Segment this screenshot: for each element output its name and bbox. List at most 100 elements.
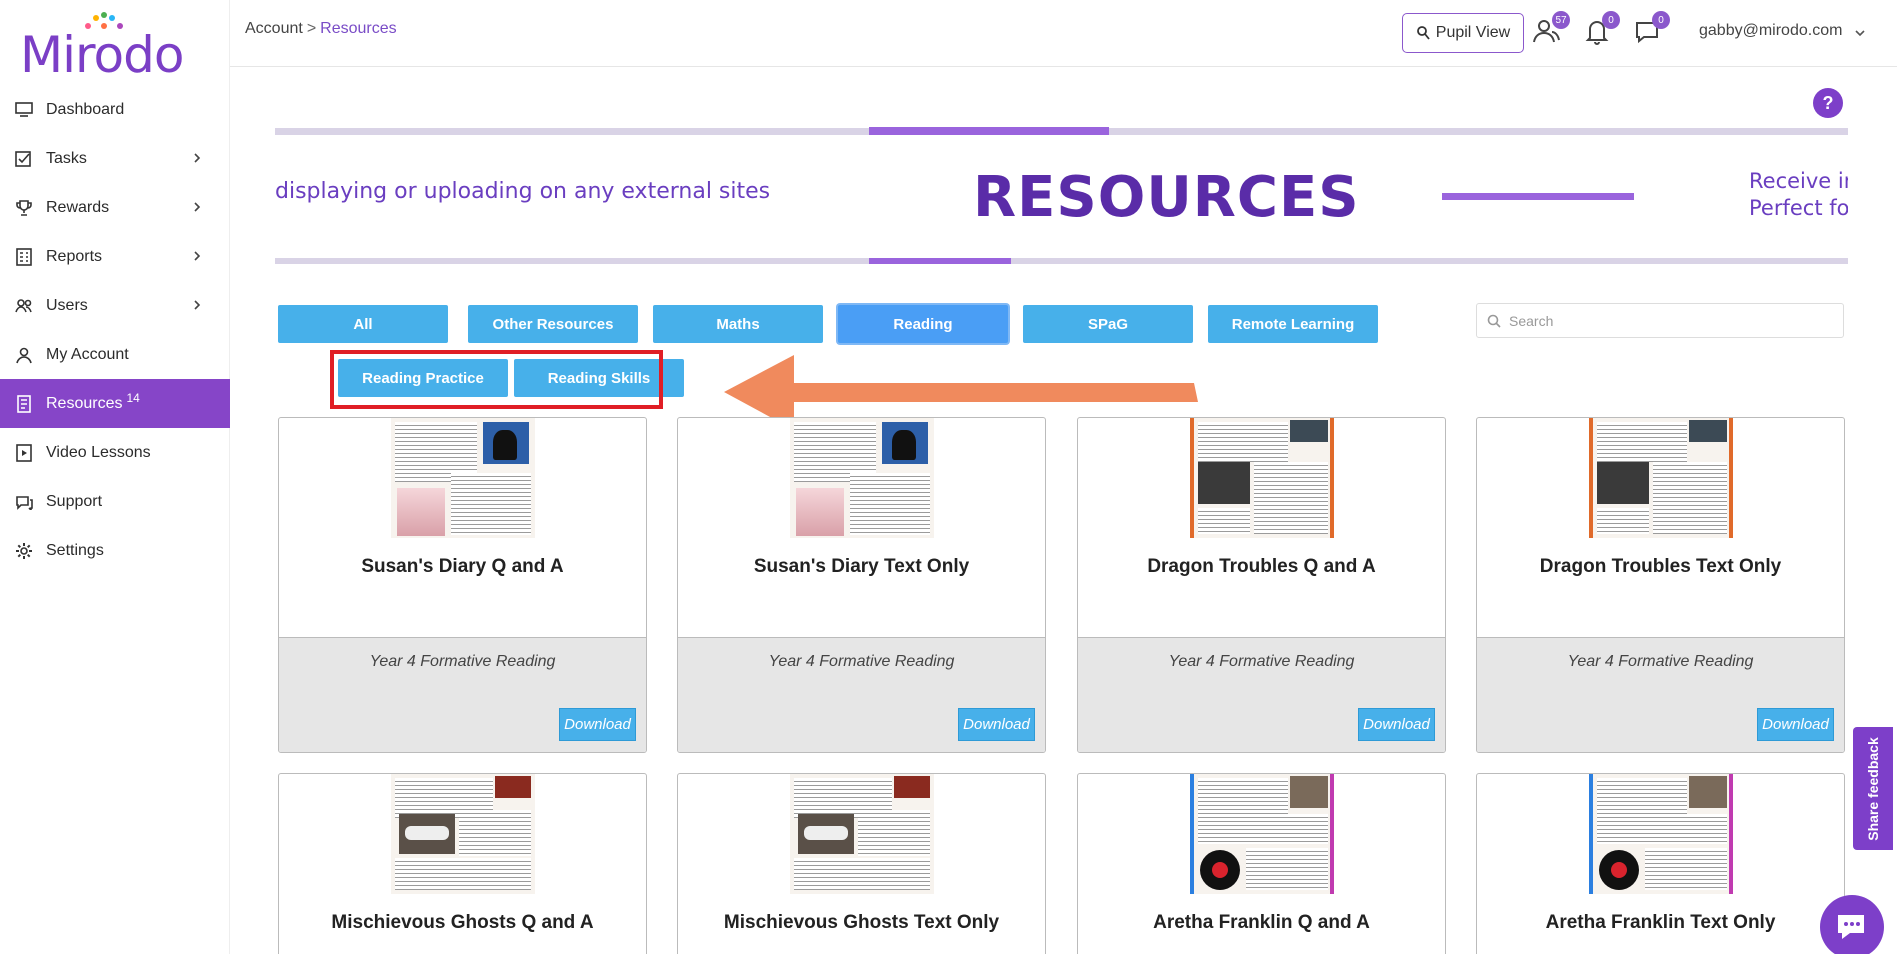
video-icon (14, 443, 34, 463)
resource-thumbnail[interactable] (789, 774, 934, 894)
chevron-right-icon (194, 251, 201, 261)
resource-thumbnail[interactable] (1189, 774, 1334, 894)
filter-other-resources-button[interactable]: Other Resources (468, 305, 638, 343)
sidebar-item-my-account[interactable]: My Account (0, 330, 230, 379)
resource-card-footer: Year 4 Formative Reading Download (279, 637, 646, 752)
breadcrumb-parent[interactable]: Account (245, 20, 303, 37)
resource-card[interactable]: Dragon Troubles Q and A Year 4 Formative … (1077, 417, 1446, 753)
sidebar-item-label: Video Lessons (46, 443, 151, 461)
download-button[interactable]: Download (958, 708, 1035, 741)
resource-card-footer: Year 4 Formative Reading Download (1477, 637, 1844, 752)
reports-icon (14, 247, 34, 267)
users-badge: 57 (1552, 11, 1570, 29)
resource-thumbnail[interactable] (1588, 418, 1733, 538)
trophy-icon (14, 198, 34, 218)
sidebar-item-label: My Account (46, 345, 129, 363)
help-button[interactable]: ? (1813, 88, 1843, 118)
notifications-button[interactable]: 0 (1580, 11, 1620, 48)
sidebar-item-users[interactable]: Users (0, 281, 230, 330)
resource-title: Aretha Franklin Text Only (1545, 912, 1776, 933)
notifications-badge: 0 (1602, 11, 1620, 29)
sidebar-item-settings[interactable]: Settings (0, 526, 230, 575)
mirodo-logo[interactable]: Mirodo (20, 12, 184, 84)
breadcrumb-current: Resources (320, 20, 397, 37)
users-notification-button[interactable]: 57 (1530, 11, 1570, 48)
resource-title: Susan's Diary Text Only (753, 556, 970, 577)
resource-title: Dragon Troubles Q and A (1147, 556, 1376, 577)
logo-text: Mirodo (20, 26, 184, 84)
resource-card[interactable]: Susan's Diary Q and A Year 4 Formative Re… (278, 417, 647, 753)
sidebar-item-reports[interactable]: Reports (0, 232, 230, 281)
resources-icon (14, 394, 34, 414)
filter-maths-button[interactable]: Maths (653, 305, 823, 343)
resource-thumbnail[interactable] (1189, 418, 1334, 538)
sidebar-item-label: Rewards (46, 198, 110, 216)
search-placeholder: Search (1509, 312, 1554, 329)
filter-all-button[interactable]: All (278, 305, 448, 343)
banner-right-line2: Perfect fo (1749, 196, 1848, 220)
resource-card[interactable]: Aretha Franklin Text Only (1476, 773, 1845, 954)
share-feedback-button[interactable]: Share feedback (1853, 727, 1893, 850)
download-button[interactable]: Download (559, 708, 636, 741)
resource-thumbnail[interactable] (390, 774, 535, 894)
resources-count-badge: 14 (126, 390, 140, 405)
sidebar-item-label: Settings (46, 541, 104, 559)
resource-card[interactable]: Dragon Troubles Text Only Year 4 Formativ… (1476, 417, 1845, 753)
app-root: Mirodo Dashboard Tasks Rewards Reports Users… (0, 0, 1897, 954)
search-icon (1487, 314, 1501, 328)
resource-thumbnail[interactable] (390, 418, 535, 538)
tasks-icon (14, 149, 34, 169)
resource-title: Dragon Troubles Text Only (1539, 556, 1782, 577)
filter-spag-button[interactable]: SPaG (1023, 305, 1193, 343)
chevron-down-icon[interactable] (1854, 27, 1866, 39)
account-icon (14, 345, 34, 365)
sidebar-item-rewards[interactable]: Rewards (0, 183, 230, 232)
resource-card[interactable]: Mischievous Ghosts Q and A (278, 773, 647, 954)
user-menu[interactable]: gabby@mirodo.com (1699, 22, 1842, 40)
messages-button[interactable]: 0 (1630, 11, 1670, 48)
banner-line-top-accent (869, 127, 1109, 135)
banner-line-mid (1442, 193, 1634, 200)
filter-remote-learning-button[interactable]: Remote Learning (1208, 305, 1378, 343)
sidebar-item-label: Reports (46, 247, 103, 265)
filter-reading-button[interactable]: Reading (838, 305, 1008, 343)
resource-title: Susan's Diary Q and A (361, 556, 564, 577)
banner-line-bottom-accent (869, 258, 1011, 264)
sidebar-item-label: Tasks (46, 149, 87, 167)
resource-title: Mischievous Ghosts Text Only (723, 912, 1000, 933)
sidebar-item-resources[interactable]: Resources 14 (0, 379, 230, 428)
pupil-icon (1416, 26, 1430, 40)
users-icon (14, 296, 34, 316)
sidebar-nav: Dashboard Tasks Rewards Reports Users My Acco… (0, 85, 230, 575)
sidebar-item-label: Support (46, 492, 103, 510)
sidebar-item-video-lessons[interactable]: Video Lessons (0, 428, 230, 477)
download-button[interactable]: Download (1358, 708, 1435, 741)
sidebar-item-label: Dashboard (46, 100, 125, 118)
resource-subtitle: Year 4 Formative Reading (369, 653, 556, 670)
resource-card[interactable]: Aretha Franklin Q and A (1077, 773, 1446, 954)
resource-thumbnail[interactable] (1588, 774, 1733, 894)
banner-right-line1: Receive ir (1749, 169, 1848, 193)
resource-card[interactable]: Mischievous Ghosts Text Only (677, 773, 1046, 954)
resource-title: Aretha Franklin Q and A (1153, 912, 1370, 933)
resource-card[interactable]: Susan's Diary Text Only Year 4 Formative … (677, 417, 1046, 753)
resource-card-footer: Year 4 Formative Reading Download (1078, 637, 1445, 752)
download-button[interactable]: Download (1757, 708, 1834, 741)
sidebar-item-label: Users (46, 296, 88, 314)
breadcrumb-separator: > (306, 20, 317, 37)
breadcrumb: Account > Resources (245, 20, 397, 38)
resource-subtitle: Year 4 Formative Reading (768, 653, 955, 670)
search-input[interactable]: Search (1476, 303, 1844, 338)
sidebar-item-tasks[interactable]: Tasks (0, 134, 230, 183)
sidebar-item-support[interactable]: Support (0, 477, 230, 526)
resource-thumbnail[interactable] (789, 418, 934, 538)
messages-badge: 0 (1652, 11, 1670, 29)
pupil-view-button[interactable]: Pupil View (1402, 13, 1524, 53)
resource-title: Mischievous Ghosts Q and A (331, 912, 594, 933)
sidebar: Mirodo Dashboard Tasks Rewards Reports Users… (0, 0, 230, 954)
chevron-right-icon (194, 202, 201, 212)
chat-widget-button[interactable] (1820, 895, 1884, 954)
pupil-view-label: Pupil View (1435, 24, 1511, 41)
sidebar-item-dashboard[interactable]: Dashboard (0, 85, 230, 134)
sidebar-item-label: Resources (46, 394, 123, 412)
